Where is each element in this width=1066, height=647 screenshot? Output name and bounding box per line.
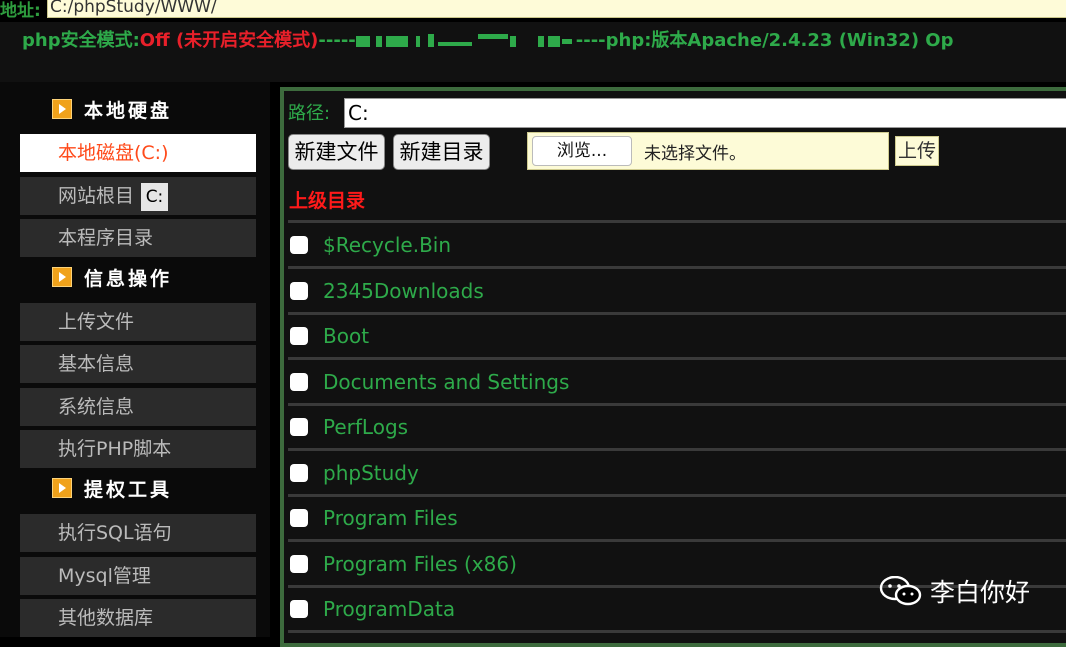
- new-dir-button[interactable]: 新建目录: [393, 134, 490, 170]
- file-name-link[interactable]: $Recycle.Bin: [323, 233, 451, 257]
- wechat-icon: [879, 576, 922, 606]
- address-bar: 地址: C:/phpStudy/WWW/: [0, 0, 1066, 22]
- sidebar-item-program-dir[interactable]: 本程序目录: [20, 219, 256, 257]
- row-divider: [288, 266, 1066, 269]
- file-row: 2345Downloads: [288, 270, 1066, 312]
- sidebar-item-system-info[interactable]: 系统信息: [20, 388, 256, 426]
- safe-mode-value: Off (未开启安全模式): [139, 30, 319, 51]
- sidebar-item-run-sql[interactable]: 执行SQL语句: [20, 514, 256, 552]
- file-row: $Recycle.Bin: [288, 224, 1066, 266]
- file-row: Documents and Settings: [288, 361, 1066, 403]
- no-file-selected-text: 未选择文件。: [644, 144, 746, 164]
- watermark: 李白你好: [878, 573, 1030, 609]
- row-checkbox[interactable]: [290, 464, 308, 482]
- redacted-host-block: [355, 33, 532, 49]
- server-status-line: php安全模式:Off (未开启安全模式)----- ----php:版本Apac…: [22, 30, 954, 52]
- folder-arrow-icon: [52, 478, 72, 498]
- folder-arrow-icon: [52, 99, 72, 119]
- address-label: 地址:: [0, 1, 41, 21]
- section-title: 提权工具: [84, 478, 173, 501]
- row-checkbox[interactable]: [290, 600, 308, 618]
- section-title: 本地硬盘: [84, 99, 173, 122]
- safe-mode-label: php安全模式:: [22, 30, 140, 51]
- section-title: 信息操作: [84, 267, 173, 290]
- row-checkbox[interactable]: [290, 282, 308, 300]
- file-picker: 浏览... 未选择文件。: [527, 132, 889, 170]
- file-name-link[interactable]: PerfLogs: [323, 415, 408, 439]
- file-row: phpStudy: [288, 452, 1066, 494]
- section-info-ops: 信息操作: [52, 262, 172, 292]
- sidebar-item-web-root[interactable]: 网站根目: [20, 177, 256, 215]
- row-divider: [288, 539, 1066, 542]
- file-row: Boot: [288, 315, 1066, 357]
- file-name-link[interactable]: Program Files (x86): [323, 552, 517, 576]
- file-name-link[interactable]: phpStudy: [323, 461, 419, 485]
- row-checkbox[interactable]: [290, 418, 308, 436]
- address-input[interactable]: C:/phpStudy/WWW/: [47, 0, 1066, 18]
- new-file-button[interactable]: 新建文件: [288, 134, 385, 170]
- sidebar-item-local-disk-c[interactable]: 本地磁盘(C:): [20, 134, 256, 172]
- row-divider: [288, 220, 1066, 223]
- sidebar-item-mysql-manage[interactable]: Mysql管理: [20, 557, 256, 595]
- upload-button[interactable]: 上传: [895, 136, 939, 166]
- sidebar-item-other-db[interactable]: 其他数据库: [20, 599, 256, 637]
- section-local-disk: 本地硬盘: [52, 94, 172, 124]
- server-version: ----php:版本Apache/2.4.23 (Win32) Op: [575, 30, 954, 51]
- row-checkbox[interactable]: [290, 509, 308, 527]
- parent-dir-link[interactable]: 上级目录: [289, 186, 365, 213]
- tooltip: C:: [141, 183, 168, 211]
- row-divider: [288, 357, 1066, 360]
- row-checkbox[interactable]: [290, 555, 308, 573]
- file-row: Program Files: [288, 497, 1066, 539]
- watermark-text: 李白你好: [930, 578, 1031, 607]
- row-checkbox[interactable]: [290, 327, 308, 345]
- status-dashes: -----: [318, 30, 356, 51]
- server-status-bar: php安全模式:Off (未开启安全模式)----- ----php:版本Apac…: [0, 22, 1066, 82]
- path-label: 路径:: [288, 103, 331, 124]
- file-name-link[interactable]: 2345Downloads: [323, 279, 484, 303]
- sidebar-item-run-php[interactable]: 执行PHP脚本: [20, 430, 256, 468]
- row-checkbox[interactable]: [290, 373, 308, 391]
- file-name-link[interactable]: Documents and Settings: [323, 370, 569, 394]
- browse-button[interactable]: 浏览...: [532, 136, 632, 166]
- file-name-link[interactable]: ProgramData: [323, 597, 455, 621]
- path-input[interactable]: C:: [344, 98, 1066, 128]
- redacted-host-block-2: [532, 33, 576, 49]
- section-privilege-tools: 提权工具: [52, 473, 172, 503]
- row-divider: [288, 448, 1066, 451]
- file-row: PerfLogs: [288, 406, 1066, 448]
- file-name-link[interactable]: Boot: [323, 324, 369, 348]
- sidebar-item-upload-file[interactable]: 上传文件: [20, 303, 256, 341]
- file-name-link[interactable]: Program Files: [323, 506, 458, 530]
- folder-arrow-icon: [52, 267, 72, 287]
- row-checkbox[interactable]: [290, 236, 308, 254]
- sidebar-item-basic-info[interactable]: 基本信息: [20, 345, 256, 383]
- row-divider: [288, 630, 1066, 633]
